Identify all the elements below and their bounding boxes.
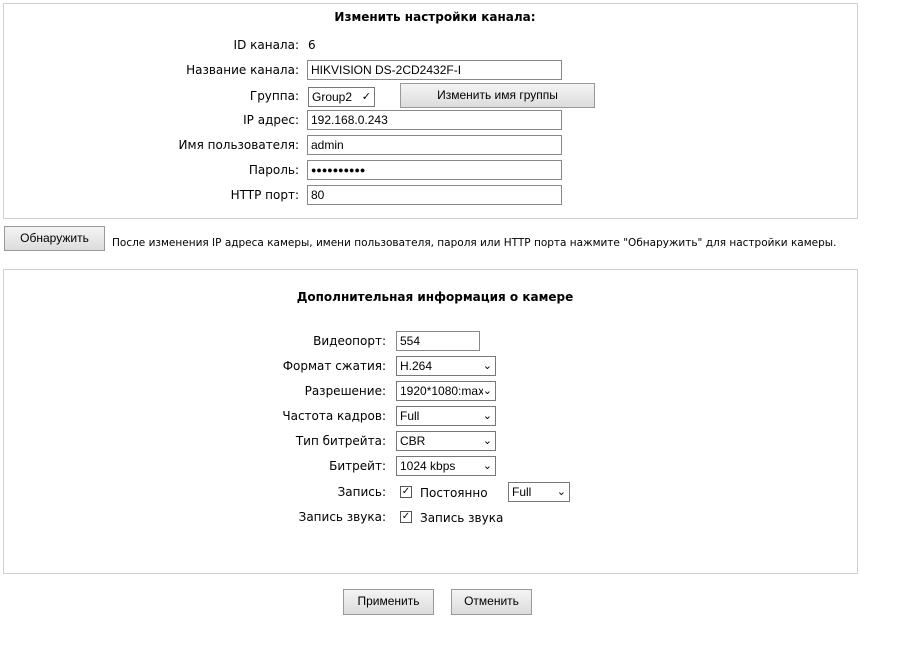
record-label: Запись: [337, 485, 386, 499]
record-checkbox-label: Постоянно [420, 486, 488, 500]
audio-checkbox[interactable]: ✓ [400, 511, 412, 523]
camera-info-title: Дополнительная информация о камере [296, 290, 574, 304]
detect-button[interactable]: Обнаружить [4, 226, 105, 251]
password-label: Пароль: [248, 163, 299, 177]
chevron-down-icon: ⌄ [556, 486, 566, 498]
ip-label: IP адрес: [243, 113, 299, 127]
codec-value: H.264 [400, 359, 433, 373]
channel-id-label: ID канала: [233, 38, 299, 52]
detect-hint: После изменения IP адреса камеры, имени … [112, 237, 837, 249]
rename-group-button[interactable]: Изменить имя группы [400, 83, 595, 108]
username-label: Имя пользователя: [178, 138, 299, 152]
group-select[interactable]: Group2 ✓ [308, 87, 375, 107]
fps-select[interactable]: Full ⌄ [396, 406, 496, 426]
chevron-down-icon: ⌄ [482, 435, 492, 447]
bitrate-value: 1024 kbps [400, 459, 456, 473]
password-input[interactable]: ●●●●●●●●●● [307, 160, 562, 180]
audio-checkbox-label: Запись звука [420, 511, 504, 525]
bitrate-label: Битрейт: [329, 459, 386, 473]
bitrate-type-select[interactable]: CBR ⌄ [396, 431, 496, 451]
ip-input[interactable]: 192.168.0.243 [307, 110, 562, 130]
channel-id-value: 6 [308, 38, 316, 52]
apply-button[interactable]: Применить [343, 589, 434, 615]
chevron-down-icon: ✓ [361, 91, 371, 103]
chevron-down-icon: ⌄ [482, 460, 492, 472]
bitrate-type-value: CBR [400, 434, 426, 448]
chevron-down-icon: ⌄ [482, 410, 492, 422]
username-input[interactable]: admin [307, 135, 562, 155]
fps-value: Full [400, 409, 420, 423]
bitrate-type-label: Тип битрейта: [295, 434, 386, 448]
audio-label: Запись звука: [298, 510, 386, 524]
record-quality-value: Full [512, 485, 532, 499]
http-port-input[interactable]: 80 [307, 185, 562, 205]
resolution-select[interactable]: 1920*1080:max ⌄ [396, 381, 496, 401]
videoport-label: Видеопорт: [313, 334, 386, 348]
record-checkbox[interactable]: ✓ [400, 486, 412, 498]
channel-name-label: Название канала: [186, 63, 299, 77]
codec-select[interactable]: H.264 ⌄ [396, 356, 496, 376]
resolution-label: Разрешение: [304, 384, 386, 398]
bitrate-select[interactable]: 1024 kbps ⌄ [396, 456, 496, 476]
chevron-down-icon: ⌄ [482, 382, 492, 400]
group-select-value: Group2 [312, 90, 353, 104]
codec-label: Формат сжатия: [282, 359, 386, 373]
channel-settings-title: Изменить настройки канала: [334, 10, 536, 24]
resolution-value: 1920*1080:max [400, 384, 485, 398]
chevron-down-icon: ⌄ [482, 360, 492, 372]
fps-label: Частота кадров: [282, 409, 386, 423]
channel-name-input[interactable]: HIKVISION DS-2CD2432F-I [307, 60, 562, 80]
http-port-label: HTTP порт: [230, 188, 299, 202]
videoport-input[interactable]: 554 [396, 331, 480, 351]
cancel-button[interactable]: Отменить [451, 589, 532, 615]
record-quality-select[interactable]: Full ⌄ [508, 482, 570, 502]
group-label: Группа: [249, 89, 299, 103]
